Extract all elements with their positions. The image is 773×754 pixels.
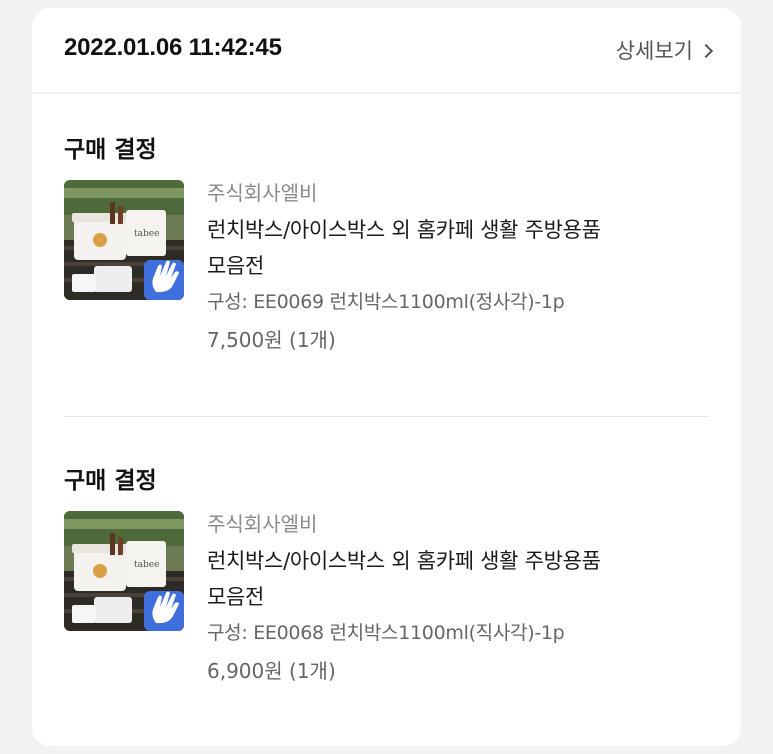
order-datetime: 2022.01.06 11:42:45 bbox=[64, 34, 282, 61]
order-item-2: 구매 결정 tabee 주식회사엘비 런치박스/아이스박스 외 홈카페 생활 주… bbox=[32, 417, 741, 737]
svg-text:tabee: tabee bbox=[134, 229, 159, 239]
product-title-line1: 런치박스/아이스박스 외 홈카페 생활 주방용품 bbox=[207, 218, 601, 242]
product-option: 구성: EE0068 런치박스1100ml(직사각)-1p bbox=[207, 622, 565, 644]
view-details-label: 상세보기 bbox=[615, 39, 693, 63]
order-card: 2022.01.06 11:42:45 상세보기 구매 결정 tabee 주식회… bbox=[32, 8, 741, 746]
order-item-1: 구매 결정 tabee 주식회사엘비 런치박스/아이스박스 외 홈카페 생활 주… bbox=[32, 94, 741, 416]
product-image: tabee bbox=[64, 511, 184, 631]
product-title-line1: 런치박스/아이스박스 외 홈카페 생활 주방용품 bbox=[207, 549, 601, 573]
product-info[interactable]: 주식회사엘비 런치박스/아이스박스 외 홈카페 생활 주방용품 모음전 구성: … bbox=[207, 509, 717, 691]
order-header: 2022.01.06 11:42:45 상세보기 bbox=[32, 8, 741, 94]
svg-text:tabee: tabee bbox=[134, 560, 159, 570]
seller-name: 주식회사엘비 bbox=[207, 512, 318, 536]
product-thumbnail[interactable]: tabee bbox=[64, 180, 184, 300]
product-title-line2: 모음전 bbox=[207, 585, 265, 609]
product-option: 구성: EE0069 런치박스1100ml(정사각)-1p bbox=[207, 291, 565, 313]
chevron-right-icon bbox=[698, 43, 714, 58]
purchase-status: 구매 결정 bbox=[64, 468, 157, 494]
view-details-link[interactable]: 상세보기 bbox=[615, 35, 714, 65]
purchase-status: 구매 결정 bbox=[64, 137, 157, 163]
seller-name: 주식회사엘비 bbox=[207, 181, 318, 205]
product-image: tabee bbox=[64, 180, 184, 300]
product-thumbnail[interactable]: tabee bbox=[64, 511, 184, 631]
product-info[interactable]: 주식회사엘비 런치박스/아이스박스 외 홈카페 생활 주방용품 모음전 구성: … bbox=[207, 178, 717, 360]
product-price: 7,500원 (1개) bbox=[207, 328, 336, 352]
product-price: 6,900원 (1개) bbox=[207, 659, 336, 683]
product-title-line2: 모음전 bbox=[207, 254, 265, 278]
